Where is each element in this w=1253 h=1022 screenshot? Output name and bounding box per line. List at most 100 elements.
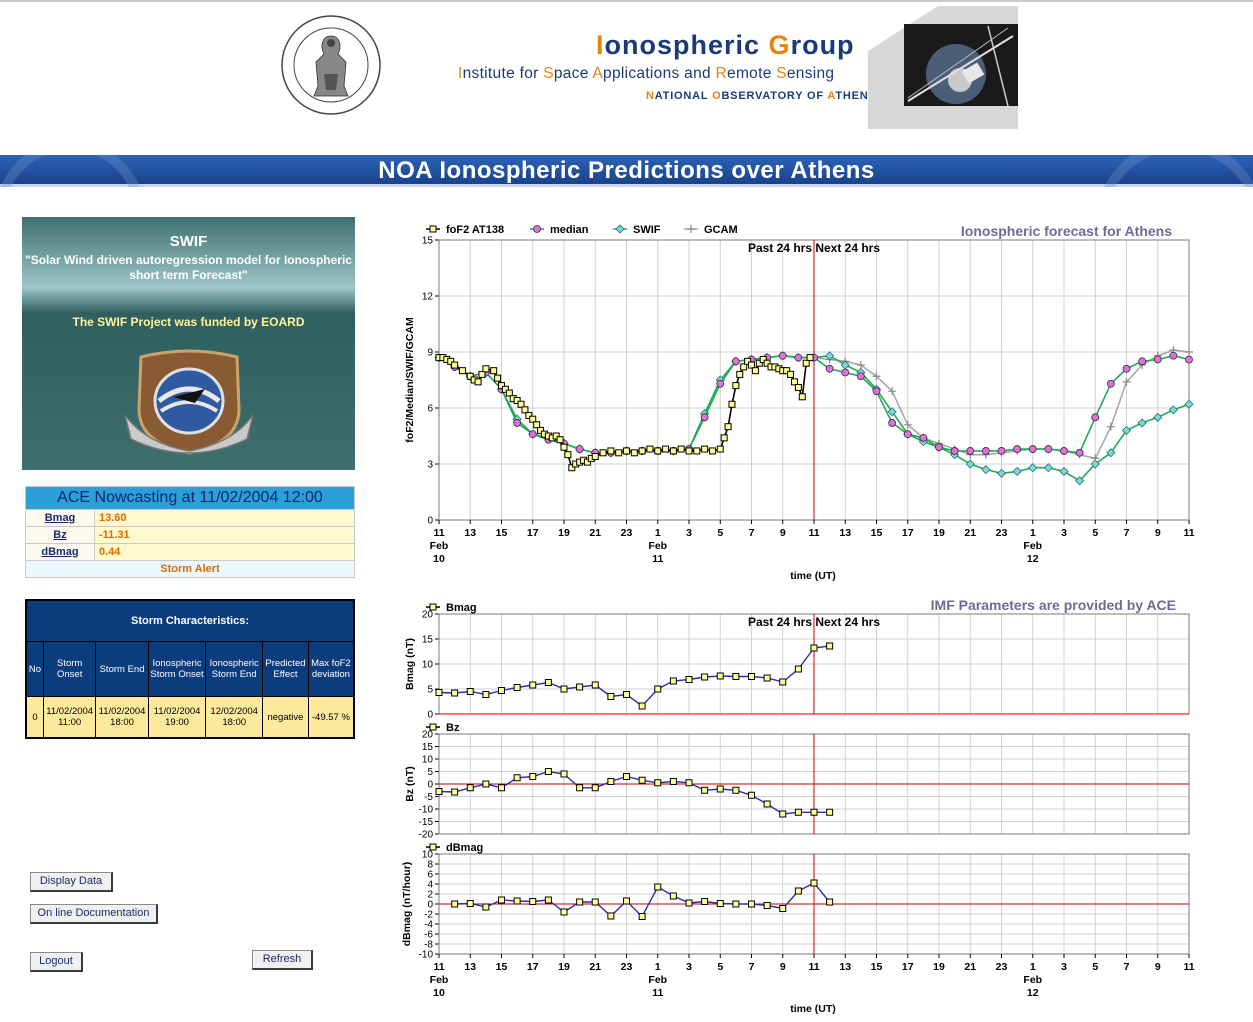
- bz-point: [576, 784, 584, 792]
- x-tick-label: 19: [933, 527, 945, 539]
- y-tick-label: 3: [427, 460, 433, 471]
- fof2-series-point: [591, 453, 599, 461]
- fof2-series-point: [458, 367, 466, 375]
- y-tick-label: -2: [424, 910, 433, 921]
- bmag-point: [794, 665, 802, 673]
- x-tick-label: 21: [964, 961, 976, 973]
- fof2-series-point: [708, 447, 716, 455]
- y-axis-label: foF2/Median/SWIF/GCAM: [404, 317, 416, 443]
- bmag-point: [779, 678, 787, 686]
- dbmag-point: [576, 898, 584, 906]
- x-tick-label: 11: [808, 527, 819, 539]
- x-tick-label: 15: [496, 527, 508, 539]
- bz-point: [498, 784, 505, 792]
- median-series-point: [575, 445, 584, 453]
- legend-label: GCAM: [704, 224, 738, 236]
- median-series-point: [528, 430, 537, 439]
- bz-point: [748, 791, 755, 799]
- y-tick-label: 10: [422, 660, 434, 671]
- bz-chart: -20 -15-10 -50 510 1520 Bz Bz (nT): [404, 722, 1190, 841]
- charts-area: 03691215 Past 24 hrs Next 24 hrsIonospher…: [401, 223, 1195, 1015]
- y-tick-label: 15: [422, 742, 434, 753]
- bz-point: [826, 808, 834, 816]
- x-tick-label: 21: [589, 527, 601, 539]
- dbmag-point: [748, 900, 755, 908]
- fof2-series-point: [701, 445, 709, 453]
- dbmag-point: [498, 896, 505, 904]
- x-tick-label: 23: [996, 527, 1008, 539]
- median-series-point: [888, 419, 897, 427]
- x-tick-label: 13: [464, 961, 476, 973]
- x-tick-label: 3: [686, 961, 692, 973]
- bmag-point: [451, 689, 459, 697]
- y-tick-label: 10: [422, 850, 434, 861]
- x-date-month: Feb: [648, 540, 667, 552]
- x-tick-label: 13: [464, 527, 476, 539]
- fof2-series-point: [623, 447, 630, 455]
- bz-point: [435, 788, 443, 795]
- y-tick-label: -15: [419, 817, 434, 828]
- dbmag-point: [591, 898, 599, 906]
- median-series-point: [1106, 379, 1115, 388]
- median-series-point: [1075, 448, 1084, 457]
- median-series-point: [716, 379, 725, 388]
- x-tick-label: 5: [717, 961, 723, 973]
- fof2-series-point: [798, 393, 806, 401]
- x-date-day: 11: [652, 987, 663, 999]
- x-tick-label: 11: [433, 961, 444, 973]
- fof2-series-point: [560, 443, 568, 451]
- y-tick-label: -10: [419, 950, 434, 961]
- x-date-day: 11: [652, 553, 663, 565]
- median-series-point: [794, 353, 803, 362]
- fof2-series-point: [669, 447, 677, 455]
- dbmag-point: [763, 902, 771, 909]
- legend-label: Bmag: [446, 602, 477, 614]
- x-tick-label: 15: [871, 961, 883, 973]
- median-series-point: [903, 430, 912, 439]
- legend-marker: [429, 843, 437, 851]
- fof2-series-point: [490, 367, 498, 375]
- x-tick-label: 17: [902, 527, 914, 539]
- bmag-point: [716, 672, 724, 680]
- x-tick-label: 9: [1155, 527, 1161, 539]
- x-date-month: Feb: [1023, 974, 1042, 986]
- x-tick-label: 15: [871, 527, 883, 539]
- median-series-point: [1060, 447, 1068, 455]
- x-tick-label: 19: [558, 961, 570, 973]
- x-date-month: Feb: [430, 974, 449, 986]
- legend-marker: [429, 225, 437, 233]
- x-date-day: 10: [433, 553, 445, 565]
- iono-forecast-chart: 03691215 Past 24 hrs Next 24 hrsIonospher…: [404, 223, 1195, 582]
- x-date-month: Feb: [430, 540, 449, 552]
- median-series-point: [1013, 445, 1022, 453]
- median-series-point: [841, 368, 850, 377]
- past-next-annotation: Past 24 hrs Next 24 hrs: [748, 615, 880, 629]
- bz-point: [638, 776, 646, 784]
- x-date-day: 12: [1027, 553, 1039, 565]
- fof2-series-point: [494, 374, 502, 382]
- bmag-point: [544, 679, 552, 686]
- x-tick-label: 21: [964, 527, 976, 539]
- y-tick-label: 4: [427, 880, 433, 891]
- bmag-point: [560, 685, 568, 693]
- x-axis-label: time (UT): [790, 570, 836, 582]
- y-tick-label: 0: [427, 900, 433, 911]
- fof2-series-point: [638, 447, 646, 455]
- y-tick-label: -10: [419, 805, 434, 816]
- x-tick-label: 1: [1030, 961, 1036, 973]
- fof2-series-point: [794, 383, 802, 391]
- y-tick-label: 2: [427, 890, 433, 901]
- x-tick-label: 13: [839, 961, 851, 973]
- fof2-series-point: [736, 370, 744, 378]
- y-tick-label: 6: [427, 404, 433, 415]
- median-series-point: [513, 419, 522, 427]
- dbmag-point: [560, 908, 568, 916]
- bmag-point: [701, 673, 709, 681]
- median-series-point: [1153, 355, 1162, 364]
- fof2-series-point: [607, 447, 615, 455]
- median-series-point: [778, 351, 787, 360]
- x-date-day: 12: [1027, 987, 1039, 999]
- bmag-point: [623, 691, 630, 698]
- bmag-point: [591, 681, 599, 689]
- x-tick-label: 17: [527, 961, 539, 973]
